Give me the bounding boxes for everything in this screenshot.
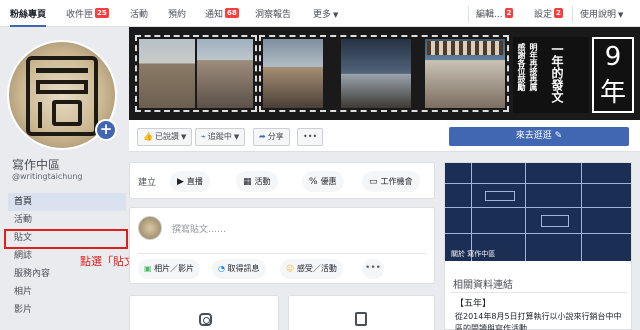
more-options-button[interactable]: •••: [362, 259, 384, 279]
messenger-icon: ◔: [218, 264, 225, 273]
notifications-badge: 68: [225, 8, 239, 18]
tab-appointments[interactable]: 預約: [168, 0, 186, 27]
cover-years-label: 9 年: [592, 37, 634, 113]
following-button[interactable]: ⌁ 追蹤中 ▼: [195, 128, 246, 146]
create-event-button[interactable]: ▦ 活動: [236, 171, 278, 192]
inbox-badge: 25: [95, 8, 109, 18]
admin-toolbar: 粉絲專頁 收件匣 25 活動 預約 通知 68 洞察報告 更多 ▼ 編輯... 2 設定…: [0, 0, 640, 27]
divider: [138, 253, 426, 254]
more-options-button[interactable]: •••: [297, 128, 324, 146]
chevron-down-icon: ▼: [618, 11, 624, 19]
get-messages-button[interactable]: ◔ 取得訊息: [212, 259, 266, 279]
shop-cta-button[interactable]: 來去逛逛 ✎: [449, 127, 629, 146]
chevron-down-icon: ▼: [180, 133, 187, 141]
about-image[interactable]: 關於 寫作中區: [445, 163, 631, 261]
create-bar: 建立 ▶ 直播 ▦ 活動 % 優惠 ▭ 工作機會: [129, 162, 435, 199]
post-composer: 撰寫貼文…… ▣ 相片／影片 ◔ 取得訊息 ☺ 感受／活動 •••: [129, 207, 435, 284]
nav-item-home[interactable]: 首頁: [8, 193, 126, 211]
tab-insights[interactable]: 洞察報告: [255, 0, 291, 27]
liked-button[interactable]: 👍 已說讚 ▼: [137, 128, 193, 146]
help-button[interactable]: 使用說明 ▼: [580, 0, 623, 27]
add-photo-icon[interactable]: +: [95, 119, 117, 141]
divider: [572, 6, 573, 22]
create-label: 建立: [138, 178, 157, 188]
tab-more[interactable]: 更多 ▼: [313, 0, 338, 27]
nav-item-videos[interactable]: 影片: [8, 301, 126, 319]
about-caption: 關於 寫作中區: [451, 250, 496, 258]
page-username[interactable]: @writingtaichung: [12, 172, 83, 181]
cover-verse-line: 感謝各位鼓勵: [517, 43, 526, 91]
cover-image: [139, 39, 195, 108]
about-panel: 關於 寫作中區 相關資料連結 【五年】 從2014年8月5日打算執行以小說來行銷…: [444, 162, 632, 330]
divider: [451, 292, 627, 293]
video-icon: ▶: [177, 177, 184, 187]
cover-image: [263, 39, 323, 108]
cover-years-unit: 年: [599, 78, 626, 108]
chevron-down-icon: ▼: [233, 133, 240, 141]
tab-inbox[interactable]: 收件匣 25: [66, 0, 109, 27]
avatar: [138, 216, 162, 240]
cover-years-number: 9: [604, 42, 622, 72]
briefcase-icon: ▭: [369, 177, 378, 187]
instagram-icon: [199, 313, 212, 326]
photo-icon: ▣: [144, 264, 152, 273]
divider: [468, 6, 469, 22]
note-title[interactable]: 【五年】: [455, 296, 491, 309]
cover-verse-line: 明年再接再厲: [529, 43, 538, 91]
feeling-activity-button[interactable]: ☺ 感受／活動: [280, 259, 343, 279]
cover-image: [197, 39, 253, 108]
document-card[interactable]: [288, 295, 435, 330]
smiley-icon: ☺: [286, 264, 295, 273]
logo-icon: [26, 56, 98, 136]
cover-photo[interactable]: 感謝各位鼓勵 明年再接再厲 一年的發文 9 年: [129, 27, 640, 120]
edit-badge: 2: [504, 8, 514, 18]
instagram-card[interactable]: [129, 295, 279, 330]
tab-events[interactable]: 活動: [130, 0, 148, 27]
chevron-down-icon: ▼: [333, 11, 339, 19]
settings-button[interactable]: 設定 2: [534, 0, 563, 27]
note-description: 從2014年8月5日打算執行以小說來行銷台中中區的閱讀與寫作活動: [455, 312, 622, 330]
create-live-button[interactable]: ▶ 直播: [170, 171, 210, 192]
create-job-button[interactable]: ▭ 工作機會: [362, 171, 420, 192]
share-icon: ➦: [259, 132, 266, 141]
thumbs-up-icon: 👍: [143, 132, 153, 141]
tab-notifications[interactable]: 通知 68: [205, 0, 239, 27]
related-links-heading[interactable]: 相關資料連結: [453, 276, 513, 291]
create-offer-button[interactable]: % 優惠: [302, 171, 344, 192]
page-action-bar: 👍 已說讚 ▼ ⌁ 追蹤中 ▼ ➦ 分享 ••• 來去逛逛 ✎: [129, 120, 640, 152]
page-title: 寫作中區: [12, 158, 61, 172]
annotation-highlight-box: [4, 229, 128, 249]
rss-icon: ⌁: [201, 132, 206, 141]
calendar-icon: ▦: [243, 177, 252, 187]
tag-icon: %: [309, 177, 318, 187]
nav-item-photos[interactable]: 相片: [8, 283, 126, 301]
pencil-icon: ✎: [554, 131, 563, 141]
document-icon: [355, 312, 367, 326]
tab-page[interactable]: 粉絲專頁: [10, 0, 47, 27]
photo-video-button[interactable]: ▣ 相片／影片: [138, 259, 201, 279]
cover-verse-line: 一年的發文: [550, 43, 564, 103]
cover-image: [341, 39, 411, 108]
nav-item-events[interactable]: 活動: [8, 211, 126, 229]
share-button[interactable]: ➦ 分享: [253, 128, 290, 146]
cover-image: [427, 41, 503, 55]
settings-badge: 2: [554, 8, 563, 18]
post-input[interactable]: 撰寫貼文……: [172, 222, 226, 235]
cover-verse: 感謝各位鼓勵 明年再接再厲 一年的發文: [513, 37, 589, 113]
edit-page-info-button[interactable]: 編輯... 2: [476, 0, 514, 27]
